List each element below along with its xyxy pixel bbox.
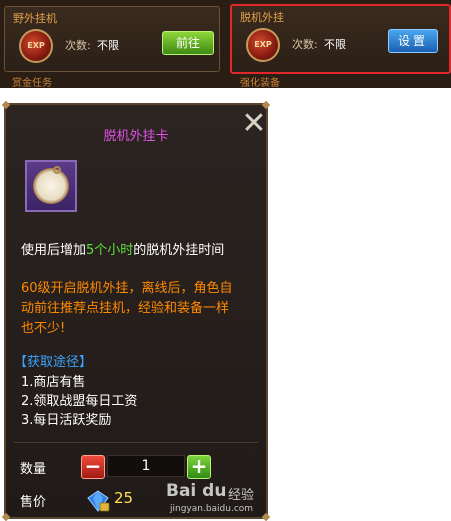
exp-icon: EXP: [246, 28, 280, 62]
watch-ring: [53, 166, 61, 174]
count-label: 次数:: [292, 38, 318, 51]
quantity-label: 数量: [20, 462, 47, 477]
exp-icon: EXP: [19, 29, 53, 63]
watermark-url: jingyan.baidu.com: [170, 504, 254, 514]
watermark-cn: 经验: [228, 488, 255, 503]
exp-icon-text: EXP: [254, 40, 272, 49]
count-value: 不限: [97, 39, 119, 52]
item-title: 脱机外挂卡: [103, 129, 169, 144]
note-line-1: 60级开启脱机外挂，离线后，角色自: [21, 281, 233, 296]
watermark-logo: Bai du: [166, 481, 227, 501]
item-slot: [25, 160, 77, 212]
desc-highlight: 5个小时: [86, 243, 134, 258]
panel-offline-autobattle: 脱机外挂 EXP 次数: 不限 设置: [230, 4, 451, 74]
sub-tab-enhance[interactable]: 强化装备: [240, 74, 280, 88]
count-value: 不限: [324, 38, 346, 51]
corner-ornament: [1, 512, 11, 521]
panel-field-autobattle: 野外挂机 EXP 次数: 不限 前往: [4, 6, 220, 72]
desc-pre: 使用后增加: [21, 243, 87, 258]
panel-title: 脱机外挂: [240, 11, 284, 24]
diamond-icon: [87, 490, 110, 512]
close-icon[interactable]: ✕: [240, 109, 268, 139]
source-title: 【获取途径】: [14, 355, 93, 370]
baidu-watermark: Bai du 经验 jingyan.baidu.com: [166, 481, 276, 521]
source-item: 3.每日活跃奖励: [21, 413, 112, 428]
panel-title: 野外挂机: [13, 12, 57, 25]
sub-tab-bounty[interactable]: 赏金任务: [12, 74, 52, 88]
pocket-watch-icon: [33, 166, 69, 204]
price-value: 25: [114, 489, 134, 507]
exp-icon-text: EXP: [27, 41, 45, 50]
item-tooltip-card: 脱机外挂卡 ✕ 使用后增加5个小时的脱机外挂时间 60级开启脱机外挂，离线后，角…: [1, 100, 271, 521]
item-description: 使用后增加5个小时的脱机外挂时间: [21, 239, 224, 258]
source-item: 1.商店有售: [21, 375, 86, 390]
desc-post: 的脱机外挂时间: [133, 243, 225, 258]
settings-button[interactable]: 设置: [388, 29, 438, 53]
price-label: 售价: [20, 495, 47, 510]
decrease-button[interactable]: −: [81, 455, 105, 479]
divider: [14, 442, 258, 443]
note-line-2: 动前往推荐点挂机，经验和装备一样: [21, 301, 230, 316]
note-line-3: 也不少!: [21, 321, 66, 336]
quantity-field[interactable]: 1: [107, 455, 185, 477]
count-label: 次数:: [65, 39, 91, 52]
go-button[interactable]: 前往: [162, 31, 214, 55]
source-item: 2.领取战盟每日工资: [21, 394, 138, 409]
corner-ornament: [1, 100, 11, 110]
top-strip: 野外挂机 EXP 次数: 不限 前往 脱机外挂 EXP 次数: 不限 设置 赏金…: [0, 0, 451, 88]
increase-button[interactable]: +: [187, 455, 211, 479]
